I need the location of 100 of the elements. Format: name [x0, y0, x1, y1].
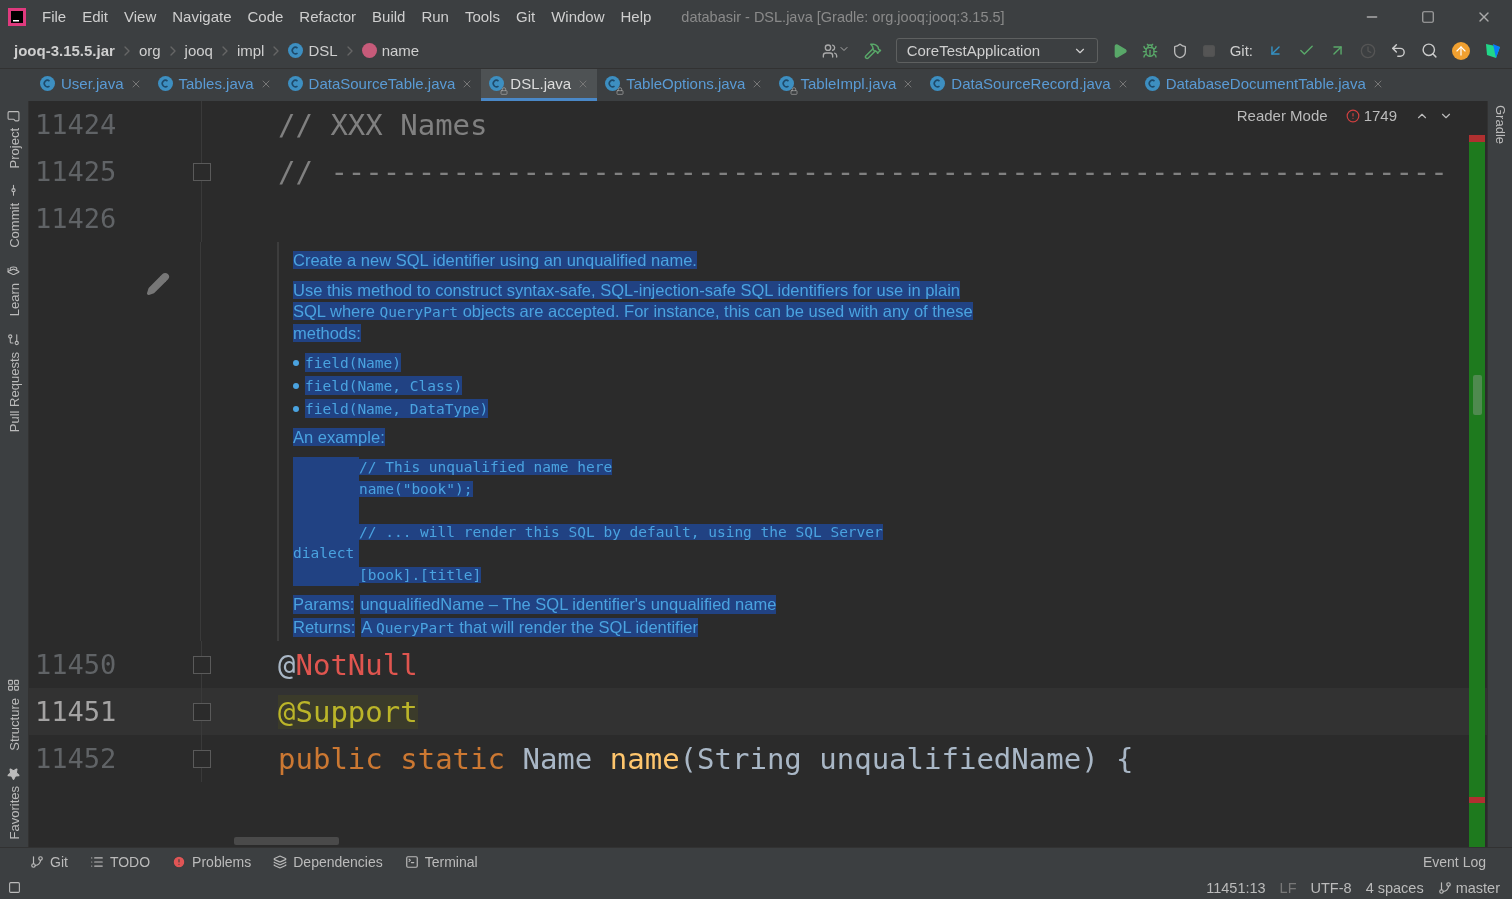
hammer-icon[interactable] [863, 41, 882, 60]
class-icon [930, 76, 946, 91]
menu-item[interactable]: Tools [464, 8, 500, 25]
branch-icon [30, 855, 44, 869]
menu-item[interactable]: Refactor [299, 8, 357, 25]
shield-icon[interactable] [1171, 42, 1188, 59]
layers-icon [273, 855, 288, 869]
error-mark [1469, 797, 1485, 803]
tool-window-button[interactable]: Dependencies [273, 854, 383, 870]
line-number: 11452 [34, 743, 118, 774]
code-line: // XXX Names [278, 106, 488, 143]
run-config-dropdown[interactable]: CoreTestApplication [895, 38, 1098, 63]
code-line: @NotNull [278, 646, 418, 683]
error-icon [172, 855, 187, 869]
file-encoding[interactable]: UTF-8 [1310, 879, 1352, 896]
window-title: databasir - DSL.java [Gradle: org.jooq:jooq:3.15.5] [681, 8, 1006, 25]
file-tab[interactable]: DataSourceTable.java [279, 69, 482, 101]
menu-item[interactable]: Run [421, 8, 449, 25]
example-code: // This unqualified name here name("book"); // ... will render this SQL by default, using the SQL Server dialect [book].[title] [293, 457, 933, 586]
line-number: 11424 [34, 109, 118, 140]
git-label: Git: [1229, 42, 1253, 59]
menu-item[interactable]: File [42, 8, 67, 25]
branch-icon [1437, 880, 1452, 895]
search-icon[interactable] [1421, 42, 1438, 59]
reader-mode-button[interactable]: Reader Mode [1236, 107, 1328, 124]
menu-item[interactable]: Build [372, 8, 406, 25]
tag-text: unqualifiedName – The SQL identifier's unqualified name [360, 595, 777, 614]
indent-setting[interactable]: 4 spaces [1365, 879, 1424, 896]
tool-window-button[interactable]: Pull Requests [0, 324, 28, 440]
doc-summary: Create a new SQL identifier using an unqualified name. [293, 251, 697, 269]
breadcrumb-item[interactable]: jooq [184, 42, 213, 59]
breadcrumb-item[interactable]: impl [236, 42, 265, 59]
tool-window-button[interactable]: TODO [89, 854, 151, 870]
line-number: 11450 [34, 649, 118, 680]
tool-window-button[interactable]: Commit [0, 176, 28, 257]
tool-window-button[interactable]: Problems [172, 854, 252, 870]
breadcrumb-item[interactable]: name [381, 42, 420, 59]
method-link[interactable]: field(Name, DataType) [305, 401, 489, 417]
tool-window-button[interactable]: Learn [0, 256, 28, 325]
menu-item[interactable]: Code [247, 8, 284, 25]
code-line: // ---------------------------------------------------------------- [278, 153, 1448, 190]
file-tab[interactable]: DataSourceRecord.java [922, 69, 1137, 101]
method-link[interactable]: field(Name) [305, 355, 402, 371]
breadcrumb-item[interactable]: DSL [308, 42, 338, 59]
tool-window-button[interactable]: Gradle [1492, 105, 1508, 145]
class-icon [287, 76, 303, 91]
breadcrumb-item[interactable]: jooq-3.15.5.jar [14, 42, 115, 59]
class-icon [1144, 76, 1160, 91]
tool-window-button[interactable]: Git [30, 854, 68, 870]
horizontal-scrollbar[interactable] [234, 837, 339, 845]
example-label: An example: [293, 428, 385, 446]
pencil-icon[interactable] [146, 272, 170, 298]
menu-item[interactable]: View [124, 8, 157, 25]
app-logo-icon [8, 7, 26, 26]
fold-marker[interactable] [193, 162, 211, 181]
fold-marker[interactable] [193, 702, 211, 721]
tag-text: A QueryPart that will render the SQL identifier [361, 618, 698, 637]
menu-item[interactable]: Edit [82, 8, 109, 25]
code-line: public static Name name(String unqualifiedName) { [278, 740, 1134, 777]
file-tab[interactable]: Tables.java [149, 69, 280, 101]
error-icon [1345, 108, 1360, 123]
update-icon[interactable] [1452, 41, 1470, 60]
plugin-logo-icon[interactable] [1484, 41, 1502, 60]
menu-item[interactable]: Navigate [172, 8, 232, 25]
graduation-cap-icon [7, 264, 21, 278]
method-link[interactable]: field(Name, Class) [305, 378, 463, 394]
git-branch[interactable]: master [1437, 879, 1500, 896]
file-tab[interactable]: User.java [32, 69, 150, 101]
fold-marker[interactable] [193, 655, 211, 674]
file-tab[interactable]: DatabaseDocumentTable.java [1136, 69, 1392, 101]
grid-icon [7, 678, 21, 692]
menu-item[interactable]: Window [551, 8, 605, 25]
menu-item[interactable]: Help [620, 8, 652, 25]
tool-window-button[interactable]: Structure [0, 670, 28, 759]
users-icon[interactable] [821, 42, 850, 59]
tool-window-button[interactable]: Favorites [0, 758, 28, 847]
fold-marker[interactable] [193, 749, 211, 768]
method-icon [361, 43, 377, 58]
menu-item[interactable]: Git [515, 8, 536, 25]
bullet-icon [293, 382, 299, 389]
problems-counter[interactable]: 1749 [1345, 107, 1397, 124]
bullet-icon [293, 359, 299, 366]
breadcrumb-item[interactable]: org [138, 42, 161, 59]
folder-icon [7, 109, 21, 122]
scroll-thumb[interactable] [1473, 375, 1482, 415]
caret-position[interactable]: 11451:13 [1206, 879, 1266, 896]
class-icon [288, 43, 304, 58]
error-mark [1469, 135, 1485, 142]
undo-icon[interactable] [1390, 42, 1407, 59]
tool-window-button[interactable]: Terminal [404, 854, 478, 870]
doc-description: Use this method to construct syntax-safe, SQL-injection-safe SQL identifiers for use in plain SQL where QueryPart objects are accepted. For instance, this can be used with any of these methods: [293, 280, 974, 344]
panel-toggle-icon[interactable] [8, 881, 21, 894]
tag-label: Returns: [293, 618, 356, 637]
tool-window-button[interactable]: Project [0, 101, 28, 177]
bug-icon[interactable] [1141, 42, 1158, 59]
list-icon [89, 855, 104, 869]
line-number: 11425 [34, 156, 118, 187]
event-log-button[interactable]: Event Log [1422, 854, 1486, 870]
line-number: 11426 [34, 203, 118, 234]
class-icon [157, 76, 173, 91]
